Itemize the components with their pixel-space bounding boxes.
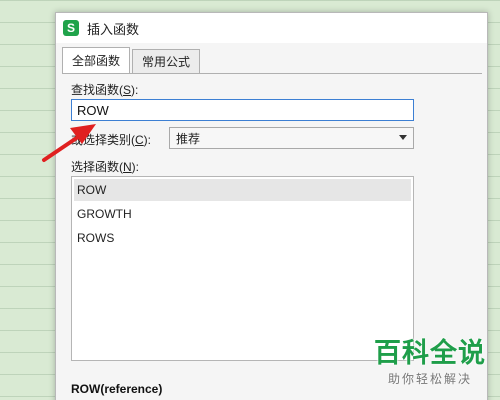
category-select[interactable]: 推荐 — [169, 127, 414, 149]
tab-all-functions[interactable]: 全部函数 — [62, 47, 131, 73]
function-item-growth[interactable]: GROWTH — [74, 203, 411, 225]
function-list-label: 选择函数(N): — [71, 160, 140, 174]
watermark-logo: 百科全说 — [374, 338, 486, 368]
tab-bar: 全部函数 常用公式 — [62, 47, 202, 73]
function-item-row[interactable]: ROW — [74, 179, 411, 201]
category-label: 或选择类别(C): — [71, 133, 152, 147]
tab-common-formulas[interactable]: 常用公式 — [132, 49, 201, 73]
watermark-subtitle: 助你轻松解决 — [387, 372, 472, 386]
function-list[interactable]: ROW GROWTH ROWS — [71, 176, 414, 361]
search-function-input[interactable] — [71, 99, 414, 121]
function-item-rows[interactable]: ROWS — [74, 227, 411, 249]
dialog-titlebar[interactable]: S 插入函数 — [56, 13, 487, 43]
function-signature: ROW(reference) — [71, 382, 163, 396]
tab-panel-border — [62, 73, 482, 74]
category-selected-value: 推荐 — [176, 131, 201, 146]
chevron-down-icon — [399, 135, 407, 140]
dialog-title: 插入函数 — [87, 21, 140, 37]
wps-app-icon: S — [63, 20, 79, 36]
search-label: 查找函数(S): — [71, 83, 139, 97]
watermark: 百科全说 助你轻松解决 — [374, 338, 486, 387]
